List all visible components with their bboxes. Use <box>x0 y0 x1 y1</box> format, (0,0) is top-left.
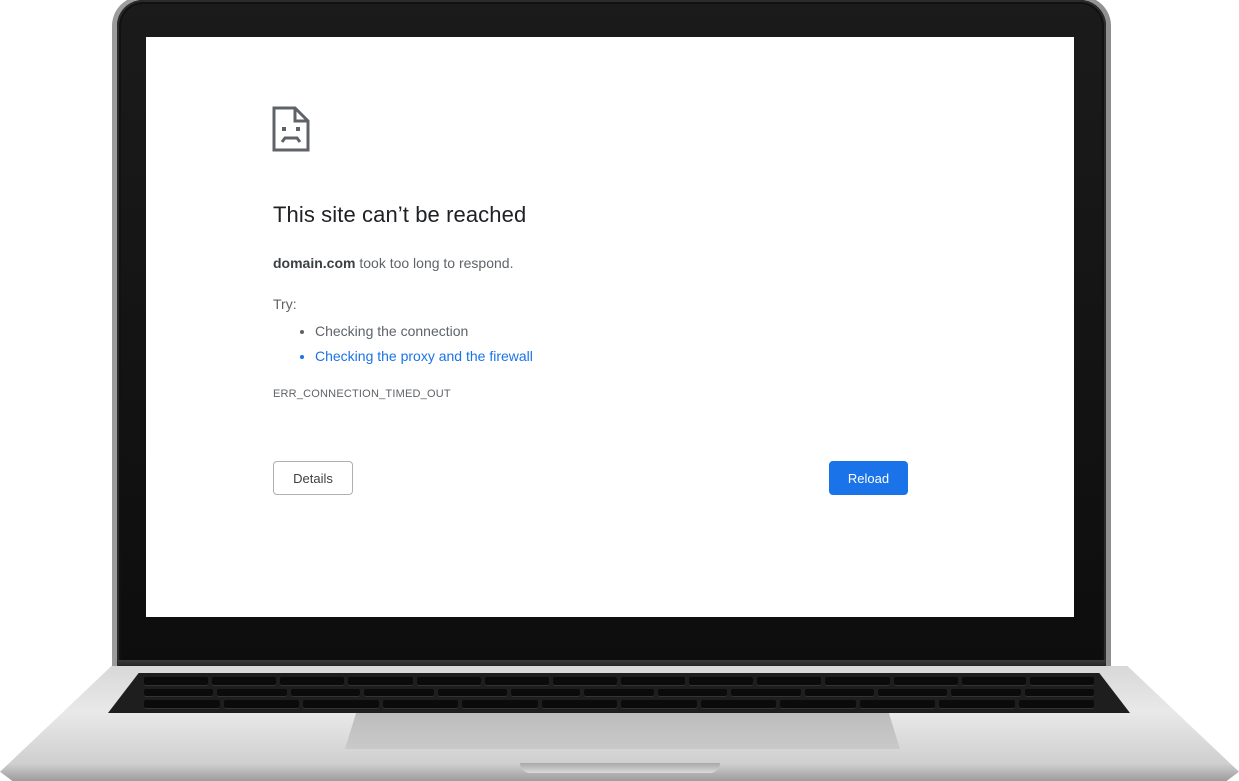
laptop-keyboard <box>108 673 1130 713</box>
suggestion-list: Checking the connection Checking the pro… <box>297 319 533 369</box>
error-message: domain.com took too long to respond. <box>273 255 513 271</box>
reload-button[interactable]: Reload <box>829 461 908 495</box>
suggestion-check-connection: Checking the connection <box>315 319 533 344</box>
try-label: Try: <box>273 296 297 312</box>
suggestion-check-proxy-link[interactable]: Checking the proxy and the firewall <box>315 344 533 369</box>
browser-screen: This site can’t be reached domain.com to… <box>146 37 1074 617</box>
details-button[interactable]: Details <box>273 461 353 495</box>
laptop-trackpad <box>345 713 900 749</box>
error-message-text: took too long to respond. <box>355 255 514 271</box>
page-title: This site can’t be reached <box>273 202 527 227</box>
laptop-notch <box>520 763 720 773</box>
error-domain: domain.com <box>273 255 356 271</box>
error-code: ERR_CONNECTION_TIMED_OUT <box>273 388 451 400</box>
sad-document-icon <box>272 106 310 152</box>
